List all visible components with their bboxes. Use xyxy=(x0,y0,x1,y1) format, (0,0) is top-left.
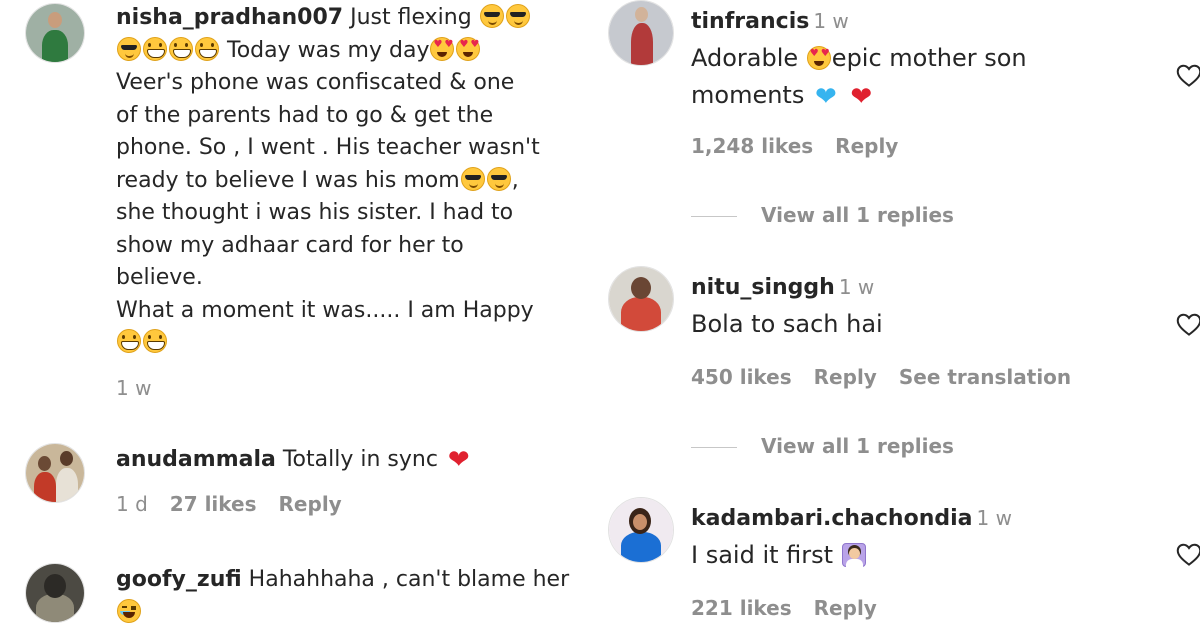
comment-text-line: Bola to sach hai xyxy=(691,310,883,338)
grin-emoji-icon xyxy=(143,329,167,353)
sunglasses-emoji-icon xyxy=(505,4,530,28)
grin-emoji-icon xyxy=(195,36,219,61)
comment-time[interactable]: 1 d xyxy=(116,492,148,516)
comment-text-part: epic mother son xyxy=(831,44,1027,72)
comment-meta: 221 likes Reply xyxy=(691,596,899,620)
reply-button[interactable]: Reply xyxy=(814,596,877,620)
view-replies-label: View all 1 replies xyxy=(761,434,954,458)
replies-divider xyxy=(691,447,737,448)
avatar[interactable] xyxy=(608,266,674,332)
view-replies-button[interactable]: View all 1 replies xyxy=(691,203,954,227)
comment-time[interactable]: 1 w xyxy=(977,506,1012,530)
avatar[interactable] xyxy=(608,0,674,66)
tears-of-joy-emoji-icon xyxy=(117,598,141,623)
red-heart-emoji-icon: ❤ xyxy=(850,82,873,112)
comment-text-line: Veer's phone was confiscated & one xyxy=(116,70,515,95)
comment-text-part: I said it first xyxy=(691,541,834,569)
comment-time[interactable]: 1 w xyxy=(839,275,874,299)
comment-item: tinfrancis1 w Adorable epic mother son m… xyxy=(590,0,1200,240)
comment-item: goofy_zufi Hahahhaha , can't blame her xyxy=(0,560,590,628)
heart-outline-icon[interactable] xyxy=(1174,539,1200,569)
comment-text-part: ready to believe I was his mom xyxy=(116,167,460,193)
avatar[interactable] xyxy=(25,443,85,503)
reply-button[interactable]: Reply xyxy=(814,365,877,389)
comment-item: kadambari.chachondia 1 w I said it first … xyxy=(590,497,1200,628)
comment-text-part: moments xyxy=(691,81,805,109)
comment-item: nisha_pradhan007 Just flexing Today was … xyxy=(0,0,590,410)
comment-username[interactable]: nisha_pradhan007 xyxy=(116,5,343,30)
sunglasses-emoji-icon xyxy=(486,166,511,191)
comment-meta: 1 w xyxy=(116,376,173,400)
likes-count[interactable]: 1,248 likes xyxy=(691,134,813,158)
comment-text-line: show my adhaar card for her to xyxy=(116,232,464,258)
grin-emoji-icon xyxy=(117,329,141,353)
blue-heart-emoji-icon: ❤ xyxy=(814,82,837,112)
view-replies-label: View all 1 replies xyxy=(761,203,954,227)
heart-eyes-emoji-icon xyxy=(430,36,455,61)
comment-time[interactable]: 1 w xyxy=(813,9,848,33)
comment-item: nitu_singgh 1 w Bola to sach hai 450 like… xyxy=(590,266,1200,476)
avatar[interactable] xyxy=(608,497,674,563)
view-replies-button[interactable]: View all 1 replies xyxy=(691,434,954,458)
comment-text-part: Hahahhaha , can't blame her xyxy=(248,567,570,592)
woman-raising-hand-emoji-icon xyxy=(841,543,866,567)
comment-meta: 1 d 27 likes Reply xyxy=(116,492,364,516)
comment-text-part: Totally in sync xyxy=(282,447,438,472)
grin-emoji-icon xyxy=(143,36,167,61)
heart-outline-icon[interactable] xyxy=(1174,60,1200,90)
replies-divider xyxy=(691,216,737,217)
comment-item: anudammala Totally in sync ❤ 1 d 27 likes… xyxy=(0,440,590,530)
comment-text: nitu_singgh 1 w Bola to sach hai xyxy=(691,268,1171,343)
comment-text: kadambari.chachondia 1 w I said it first xyxy=(691,499,1171,574)
heart-eyes-emoji-icon xyxy=(456,36,481,61)
comment-username[interactable]: tinfrancis xyxy=(691,9,809,34)
heart-eyes-emoji-icon xyxy=(806,46,832,70)
comment-text: anudammala Totally in sync ❤ xyxy=(116,444,576,477)
comment-time[interactable]: 1 w xyxy=(116,376,151,400)
comment-meta: 450 likes Reply See translation xyxy=(691,365,1093,389)
avatar[interactable] xyxy=(25,3,85,63)
comment-text-line: of the parents had to go & get the xyxy=(116,102,494,128)
comment-username[interactable]: kadambari.chachondia xyxy=(691,506,973,531)
comment-text: goofy_zufi Hahahhaha , can't blame her xyxy=(116,564,586,629)
comment-text-line: phone. So , I went . His teacher wasn't xyxy=(116,135,540,160)
comment-username[interactable]: nitu_singgh xyxy=(691,275,835,300)
comment-meta: 1,248 likes Reply xyxy=(691,134,920,158)
sunglasses-emoji-icon xyxy=(479,4,504,28)
avatar[interactable] xyxy=(25,563,85,623)
comment-text: nisha_pradhan007 Just flexing Today was … xyxy=(116,2,566,360)
comment-text-part: Today was my day xyxy=(227,37,430,63)
red-heart-emoji-icon: ❤ xyxy=(447,445,470,475)
reply-button[interactable]: Reply xyxy=(279,492,342,516)
likes-count[interactable]: 221 likes xyxy=(691,596,792,620)
comment-text: tinfrancis1 w Adorable epic mother son m… xyxy=(691,2,1171,114)
comment-text-line: she thought i was his sister. I had to xyxy=(116,200,514,225)
comment-text-part: Adorable xyxy=(691,44,799,72)
reply-button[interactable]: Reply xyxy=(835,134,898,158)
sunglasses-emoji-icon xyxy=(460,166,485,191)
comment-text-line: What a moment it was..... I am Happy xyxy=(116,297,534,323)
likes-count[interactable]: 450 likes xyxy=(691,365,792,389)
grin-emoji-icon xyxy=(169,36,193,61)
likes-count[interactable]: 27 likes xyxy=(170,492,257,516)
comment-text-part: Just flexing xyxy=(350,5,472,30)
heart-outline-icon[interactable] xyxy=(1174,309,1200,339)
comment-text-line: believe. xyxy=(116,265,203,290)
sunglasses-emoji-icon xyxy=(117,36,141,61)
comment-username[interactable]: goofy_zufi xyxy=(116,567,242,592)
comment-username[interactable]: anudammala xyxy=(116,447,276,472)
see-translation-button[interactable]: See translation xyxy=(899,365,1071,389)
